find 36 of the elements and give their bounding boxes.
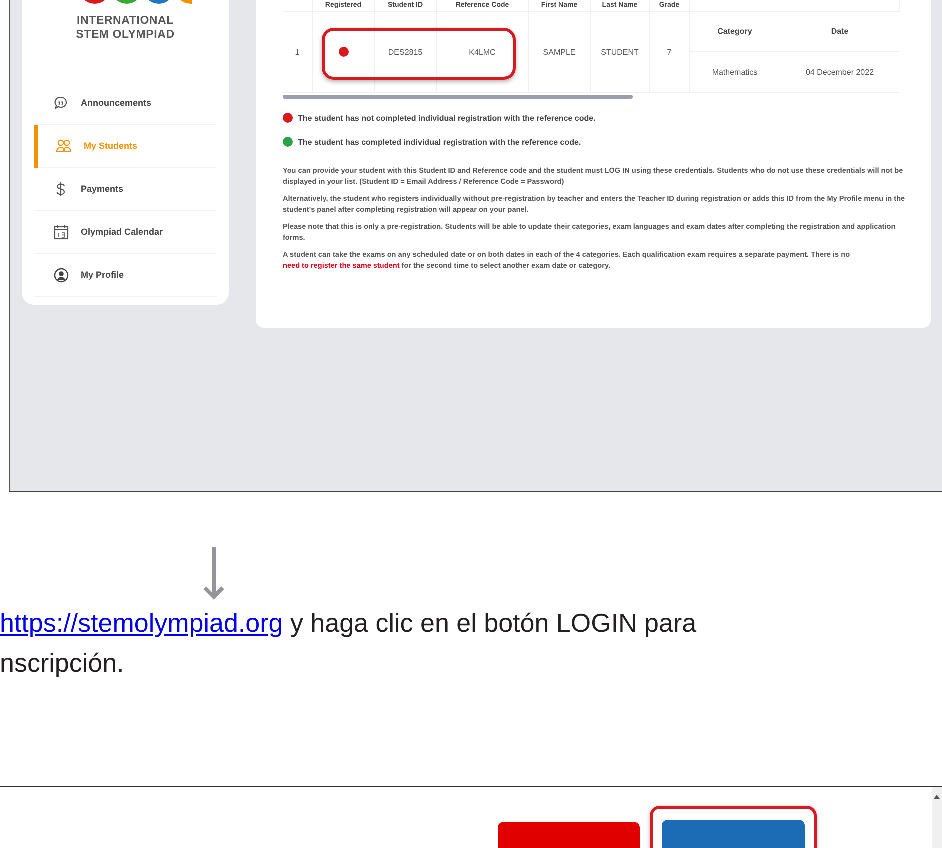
active-indicator: [34, 125, 38, 168]
sidebar-item[interactable]: My Profile: [34, 254, 217, 297]
sidebar-item[interactable]: Announcements: [34, 82, 217, 125]
website-link[interactable]: https://stemolympiad.org: [0, 608, 284, 638]
scrollbar[interactable]: [932, 787, 942, 848]
dollar-icon: [56, 182, 66, 196]
column-header: Date: [780, 12, 900, 52]
logo-text: INTERNATIONAL: [76, 14, 175, 28]
table-cell: K4LMC: [437, 11, 529, 93]
people-icon: [56, 139, 72, 153]
table-cell: DES2815: [375, 11, 437, 93]
sidebar-item[interactable]: Olympiad Calendar: [34, 211, 217, 254]
login-button[interactable]: [662, 820, 805, 848]
table-cell-text: Mathematics: [711, 66, 759, 78]
sidebar-item-label: Payments: [81, 184, 124, 194]
table-cell: STUDENT: [591, 11, 650, 93]
legend-text: The student has not completed individual registration with the reference code.: [298, 114, 596, 122]
calendar-icon: [54, 224, 68, 240]
scrollbar[interactable]: [283, 95, 633, 99]
sidebar-item-label: My Profile: [81, 270, 124, 280]
table-cell-text: 04 December 2022: [804, 66, 876, 78]
table-cell: SAMPLE: [529, 11, 591, 93]
instruction-text: https://stemolympiad.org y haga clic en el botón LOGIN para nscripción.: [0, 607, 698, 680]
down-arrow-icon: [203, 547, 225, 601]
speech-bubble-icon: [54, 96, 68, 110]
column-header: Category: [690, 12, 780, 52]
sidebar-item-label: Olympiad Calendar: [81, 227, 164, 237]
user-icon: [54, 268, 68, 282]
legend-text: The student has completed individual registration with the reference code.: [298, 138, 582, 146]
caret-up-icon: [933, 794, 941, 800]
sidebar-item-label: Announcements: [81, 98, 152, 108]
logo-text: STEM OLYMPIAD: [75, 28, 176, 42]
sidebar-item-label: My Students: [84, 141, 138, 151]
table-cell: 1: [283, 11, 313, 93]
table-cell: 7: [650, 11, 690, 93]
sidebar-item[interactable]: Payments: [34, 168, 217, 211]
